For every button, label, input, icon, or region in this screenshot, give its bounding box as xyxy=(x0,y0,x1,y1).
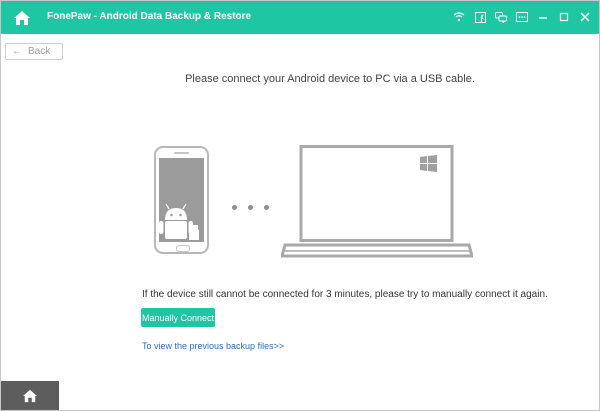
maximize-icon[interactable] xyxy=(558,10,570,24)
title-bar: FonePaw - Android Data Backup & Restore xyxy=(1,1,599,34)
titlebar-controls xyxy=(453,10,591,24)
facebook-icon[interactable] xyxy=(474,10,486,24)
laptop-illustration xyxy=(281,145,473,258)
manual-connect-notice: If the device still cannot be connected … xyxy=(142,289,548,300)
close-icon[interactable] xyxy=(579,10,591,24)
feedback-icon[interactable] xyxy=(516,10,528,24)
back-button-label: Back xyxy=(28,46,51,57)
android-robot-icon xyxy=(159,203,199,240)
app-title: FonePaw - Android Data Backup & Restore xyxy=(47,11,252,22)
dot xyxy=(264,205,269,210)
chat-icon[interactable] xyxy=(495,10,507,24)
phone-screen xyxy=(159,158,204,242)
phone-speaker xyxy=(174,152,189,154)
back-arrow-icon: ← xyxy=(12,46,22,57)
wifi-icon[interactable] xyxy=(453,10,465,24)
connect-instruction: Please connect your Android device to PC… xyxy=(185,73,475,85)
dot xyxy=(232,205,237,210)
home-icon xyxy=(23,389,37,402)
view-previous-backups-link[interactable]: To view the previous backup files>> xyxy=(142,341,284,351)
minimize-icon[interactable] xyxy=(537,10,549,24)
home-icon[interactable] xyxy=(11,7,33,29)
manually-connect-button[interactable]: Manually Connect xyxy=(141,308,215,327)
android-phone-illustration xyxy=(154,146,209,254)
phone-home-button xyxy=(176,245,190,252)
connecting-dots xyxy=(232,205,269,210)
dot xyxy=(248,205,253,210)
app-window: FonePaw - Android Data Backup & Restore xyxy=(0,0,600,411)
back-button[interactable]: ← Back xyxy=(5,43,63,60)
footer-home-button[interactable] xyxy=(1,381,59,410)
